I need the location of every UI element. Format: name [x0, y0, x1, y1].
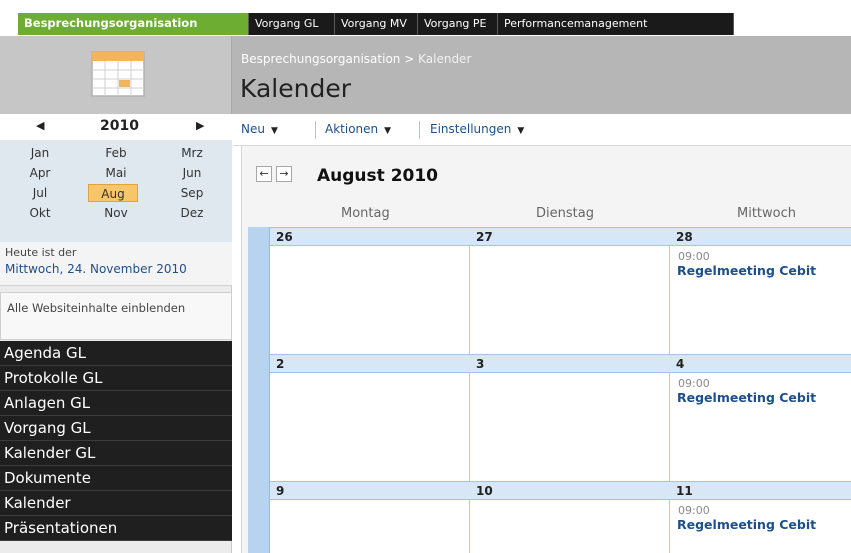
month-nov[interactable]: Nov — [94, 204, 138, 222]
event-time: 09:00 — [678, 504, 710, 517]
breadcrumb-current: Kalender — [418, 52, 472, 66]
month-mai[interactable]: Mai — [94, 164, 138, 182]
event-link[interactable]: Regelmeeting Cebit — [677, 390, 816, 405]
chevron-down-icon: ▼ — [270, 126, 278, 136]
week-selector[interactable] — [248, 481, 270, 553]
list-toolbar: Neu ▼ Aktionen ▼ Einstellungen ▼ — [233, 114, 851, 146]
nav-item-vorgang-gl[interactable]: Vorgang GL — [0, 416, 232, 441]
nav-item-anlagen-gl[interactable]: Anlagen GL — [0, 391, 232, 416]
tab-vorgang-gl[interactable]: Vorgang GL — [249, 13, 335, 35]
nav-item-kalender-gl[interactable]: Kalender GL — [0, 441, 232, 466]
tab-besprechungsorganisation[interactable]: Besprechungsorganisation — [18, 13, 249, 35]
day-cell[interactable] — [470, 246, 670, 354]
day-header-montag: Montag — [341, 206, 390, 221]
nav-item-agenda-gl[interactable]: Agenda GL — [0, 341, 232, 366]
site-logo-area — [0, 36, 232, 114]
quick-launch: Agenda GL Protokolle GL Anlagen GL Vorga… — [0, 341, 232, 541]
top-navigation-bar: Besprechungsorganisation Vorgang GL Vorg… — [0, 0, 851, 36]
day-number[interactable]: 27 — [470, 227, 670, 246]
previous-year-icon[interactable]: ◀ — [36, 119, 44, 132]
breadcrumb: Besprechungsorganisation > Kalender — [241, 52, 471, 66]
day-cell[interactable] — [470, 373, 670, 481]
new-menu-label: Neu — [241, 122, 265, 136]
day-number[interactable]: 9 — [270, 481, 470, 500]
day-cell[interactable] — [270, 246, 470, 354]
chevron-down-icon: ▼ — [517, 126, 525, 136]
breadcrumb-parent-link[interactable]: Besprechungsorganisation — [241, 52, 400, 66]
next-year-icon[interactable]: ▶ — [196, 119, 204, 132]
day-number[interactable]: 4 — [670, 354, 851, 373]
tab-performancemanagement[interactable]: Performancemanagement — [498, 13, 734, 35]
tab-vorgang-mv[interactable]: Vorgang MV — [335, 13, 418, 35]
event-time: 09:00 — [678, 250, 710, 263]
event-time: 09:00 — [678, 377, 710, 390]
day-header-dienstag: Dienstag — [536, 206, 594, 221]
page-header: Besprechungsorganisation > Kalender Kale… — [0, 36, 851, 114]
settings-menu-button[interactable]: Einstellungen ▼ — [430, 122, 524, 136]
page-title: Kalender — [240, 74, 351, 103]
nav-item-dokumente[interactable]: Dokumente — [0, 466, 232, 491]
nav-item-kalender[interactable]: Kalender — [0, 491, 232, 516]
actions-menu-button[interactable]: Aktionen ▼ — [325, 122, 391, 136]
nav-item-praesentationen[interactable]: Präsentationen — [0, 516, 232, 541]
month-jul[interactable]: Jul — [18, 184, 62, 202]
month-apr[interactable]: Apr — [18, 164, 62, 182]
day-cell[interactable] — [270, 500, 470, 553]
left-navigation: ◀ 2010 ▶ Jan Feb Mrz Apr Mai Jun Jul Aug… — [0, 114, 232, 553]
month-feb[interactable]: Feb — [94, 144, 138, 162]
toolbar-divider — [315, 121, 316, 139]
day-number[interactable]: 11 — [670, 481, 851, 500]
month-dez[interactable]: Dez — [170, 204, 214, 222]
month-aug-selected[interactable]: Aug — [88, 184, 138, 202]
tab-vorgang-pe[interactable]: Vorgang PE — [418, 13, 498, 35]
day-cell[interactable] — [470, 500, 670, 553]
month-okt[interactable]: Okt — [18, 204, 62, 222]
new-menu-button[interactable]: Neu ▼ — [241, 122, 278, 136]
event-link[interactable]: Regelmeeting Cebit — [677, 517, 816, 532]
today-date-link[interactable]: Mittwoch, 24. November 2010 — [5, 262, 187, 276]
date-picker-year: 2010 — [100, 118, 139, 134]
all-site-content-link[interactable]: Alle Websiteinhalte einblenden — [0, 292, 232, 340]
month-grid: Jan Feb Mrz Apr Mai Jun Jul Aug Sep Okt … — [18, 144, 218, 240]
actions-menu-label: Aktionen — [325, 122, 379, 136]
settings-menu-label: Einstellungen — [430, 122, 512, 136]
nav-item-protokolle-gl[interactable]: Protokolle GL — [0, 366, 232, 391]
date-picker: ◀ 2010 ▶ Jan Feb Mrz Apr Mai Jun Jul Aug… — [0, 114, 232, 242]
day-number[interactable]: 2 — [270, 354, 470, 373]
day-number[interactable]: 3 — [470, 354, 670, 373]
day-number[interactable]: 26 — [270, 227, 470, 246]
today-info: Heute ist der Mittwoch, 24. November 201… — [0, 242, 232, 286]
month-sep[interactable]: Sep — [170, 184, 214, 202]
day-number[interactable]: 10 — [470, 481, 670, 500]
day-number[interactable]: 28 — [670, 227, 851, 246]
date-picker-header: ◀ 2010 ▶ — [0, 114, 232, 140]
next-month-button[interactable]: → — [276, 166, 292, 182]
all-site-content-label: Alle Websiteinhalte einblenden — [7, 301, 186, 315]
calendar-icon — [91, 51, 145, 97]
day-header-mittwoch: Mittwoch — [737, 206, 796, 221]
event-link[interactable]: Regelmeeting Cebit — [677, 263, 816, 278]
previous-month-button[interactable]: ← — [256, 166, 272, 182]
month-jun[interactable]: Jun — [170, 164, 214, 182]
day-cell[interactable] — [270, 373, 470, 481]
month-mrz[interactable]: Mrz — [170, 144, 214, 162]
chevron-down-icon: ▼ — [384, 126, 392, 136]
toolbar-divider — [419, 121, 420, 139]
breadcrumb-separator: > — [404, 52, 415, 66]
week-selector[interactable] — [248, 354, 270, 481]
week-selector[interactable] — [248, 227, 270, 354]
calendar-month-title: August 2010 — [317, 166, 439, 186]
month-jan[interactable]: Jan — [18, 144, 62, 162]
today-label: Heute ist der — [5, 246, 77, 259]
